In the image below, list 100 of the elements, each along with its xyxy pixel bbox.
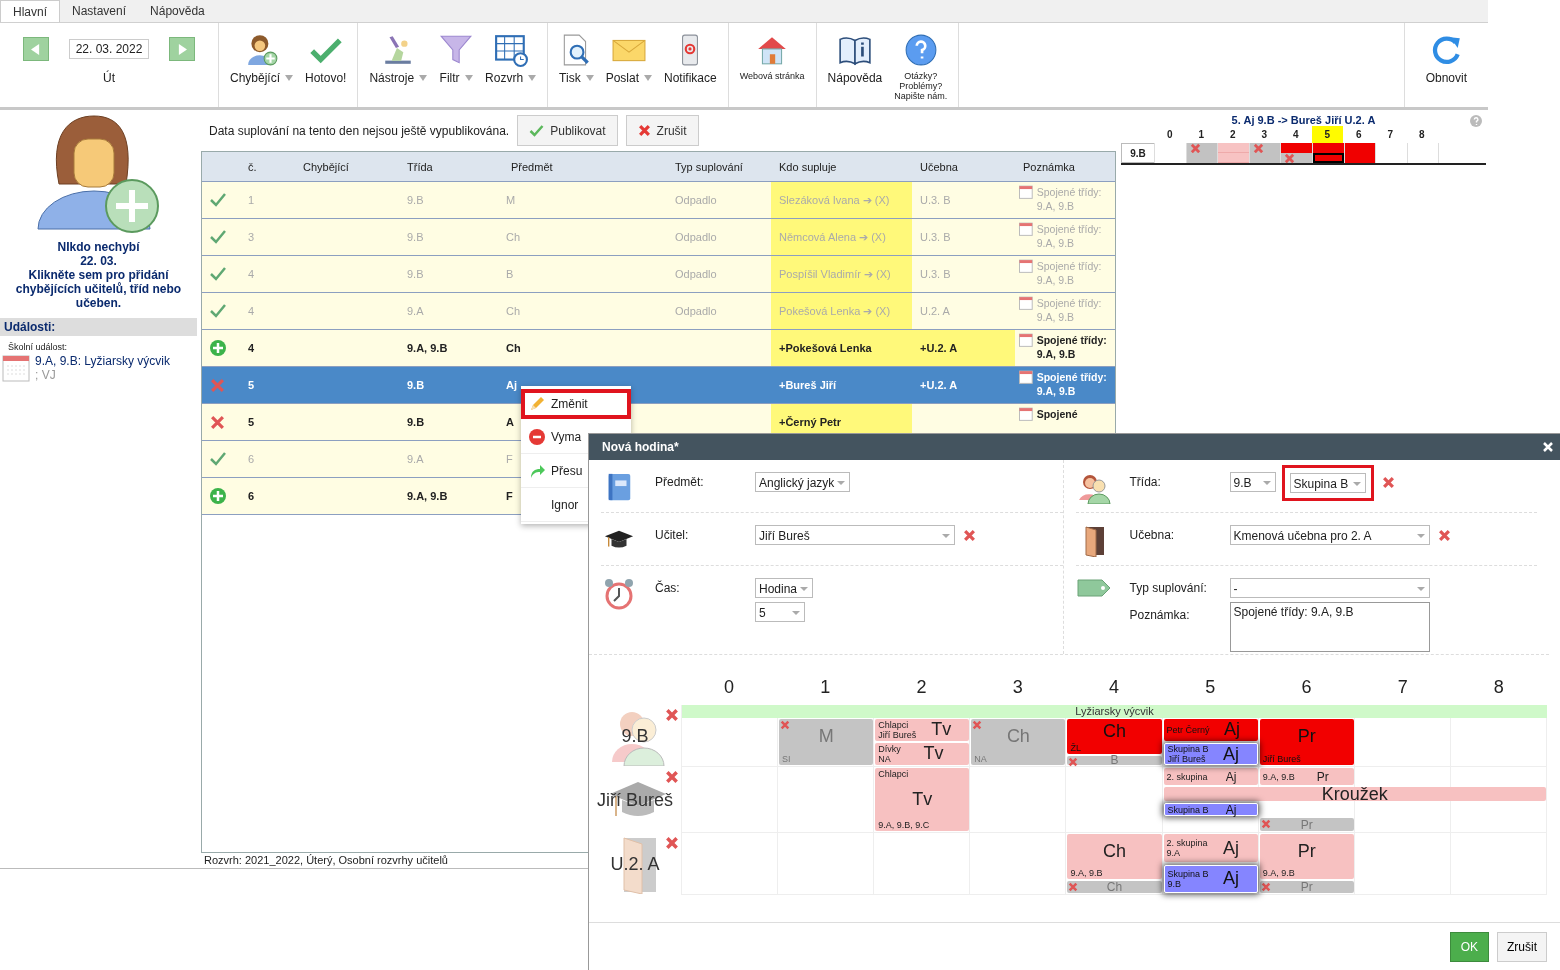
row-label: 9.B	[621, 725, 649, 747]
calendar-icon	[1019, 222, 1033, 236]
lesson-slot[interactable]	[1344, 153, 1376, 163]
lesson-block[interactable]: Skupina B Aj	[1163, 803, 1258, 817]
toolbar-button[interactable]: Webová stránka	[734, 23, 810, 107]
note-field[interactable]: Spojené třídy: 9.A, 9.B	[1229, 602, 1430, 652]
add-absence-link[interactable]: Klikněte sem pro přidání chybějících učitelů, tříd nebo učeben.	[4, 268, 193, 310]
lesson-slot[interactable]	[1249, 143, 1281, 153]
menu-tab[interactable]: Hlavní	[0, 0, 60, 22]
previous-day-button[interactable]	[22, 37, 49, 61]
menu-tab[interactable]: Nápověda	[138, 0, 217, 22]
column-header[interactable]: Poznámka	[1015, 152, 1115, 181]
next-day-button[interactable]	[169, 37, 196, 61]
caret-icon	[644, 75, 652, 81]
lesson-slot[interactable]	[1186, 143, 1218, 153]
lesson-block[interactable]: Skupina B 9.B Aj	[1163, 864, 1258, 893]
calendar-icon	[1019, 296, 1033, 310]
cross-icon	[1189, 143, 1201, 154]
remove-icon[interactable]	[665, 770, 679, 784]
column-header[interactable]: Předmět	[503, 152, 667, 181]
toolbar-button[interactable]: Poslat	[600, 23, 657, 107]
column-header[interactable]: Učebna	[912, 152, 1015, 181]
help-icon[interactable]	[1470, 115, 1482, 127]
lesson-block[interactable]: Pr 9.A, 9.B	[1259, 834, 1354, 880]
toolbar-button[interactable]: Nástroje	[364, 23, 433, 107]
table-cell: 6	[248, 490, 255, 502]
publish-notice: Data suplování na tento den nejsou ještě vypublikována.	[209, 123, 510, 138]
lesson-block[interactable]: 2. skupina Aj	[1163, 768, 1258, 786]
remove-icon[interactable]	[1437, 529, 1451, 542]
club-bar[interactable]: Kroužek	[1163, 786, 1546, 801]
row-label: U.2. A	[610, 853, 660, 875]
teacher-select[interactable]: Jiří Bureš	[755, 525, 955, 545]
toolbar-button[interactable]: Tisk	[554, 23, 599, 107]
table-cell: +Bureš Jiří	[779, 379, 837, 391]
menu-item[interactable]: Změnit	[521, 389, 631, 419]
lesson-block[interactable]: 9.A, 9.B Pr	[1259, 768, 1354, 786]
arrow-icon	[529, 462, 545, 479]
menu-tab[interactable]: Nastavení	[60, 0, 139, 22]
cancel-button[interactable]: Zrušit	[1497, 932, 1547, 962]
lesson-slot[interactable]	[1313, 153, 1344, 163]
cross-icon	[1252, 143, 1264, 154]
lesson-block[interactable]: 2. skupina 9.A Aj	[1163, 834, 1258, 863]
period-number: 7	[1396, 676, 1409, 698]
check-icon	[210, 304, 226, 318]
remove-icon[interactable]	[665, 836, 679, 850]
lesson-block[interactable]: Petr Černý Aj	[1163, 718, 1258, 742]
add-absence-link[interactable]: NIkdo nechybí	[57, 240, 140, 254]
minus-icon	[529, 428, 545, 445]
add-absence-link[interactable]: 22. 03.	[80, 254, 117, 268]
event-name[interactable]: 9.A, 9.B: Lyžiarsky výcvik	[35, 354, 170, 368]
publish-button[interactable]: Publikovat	[517, 115, 618, 146]
class-select[interactable]: 9.B	[1229, 472, 1276, 492]
toolbar-button[interactable]: Rozvrh	[480, 23, 542, 107]
table-cell: Ch	[506, 342, 521, 354]
period-number: 7	[1386, 128, 1395, 142]
toolbar-button[interactable]: Chybějící	[225, 23, 299, 107]
toolbar-button[interactable]: Otázky? Problémy? Napište nám.	[889, 23, 953, 107]
lesson-block[interactable]: Chlapci Tv 9.A, 9.B, 9.C	[875, 768, 970, 831]
table-cell: 5	[248, 379, 255, 391]
table-cell: Ch	[506, 231, 521, 243]
lesson-block[interactable]: Dívky NA Tv	[875, 742, 970, 766]
column-header[interactable]: Typ suplování	[667, 152, 771, 181]
substitution-type-select[interactable]: -	[1229, 578, 1430, 598]
close-icon[interactable]	[1543, 442, 1553, 452]
toolbar-button[interactable]: Filtr	[434, 23, 479, 107]
remove-icon[interactable]	[1381, 476, 1395, 489]
period-number: 8	[1492, 676, 1505, 698]
toolbar-button[interactable]: Notifikace	[659, 23, 722, 107]
room-select[interactable]: Kmenová učebna pro 2. A	[1229, 525, 1430, 545]
column-header[interactable]: Kdo supluje	[771, 152, 912, 181]
toolbar-button[interactable]: Nápověda	[822, 23, 888, 107]
lesson-slot[interactable]	[1281, 153, 1312, 163]
date-field[interactable]: 22. 03. 2022	[68, 39, 150, 59]
table-cell: 9.B	[407, 416, 425, 428]
remove-icon[interactable]	[963, 529, 976, 542]
lesson-block[interactable]: Skupina B Jiří Bureš Aj	[1163, 742, 1258, 766]
table-cell: 4	[248, 305, 255, 317]
period-number: 0	[723, 676, 736, 698]
column-header[interactable]: Chybějící	[295, 152, 399, 181]
remove-icon[interactable]	[665, 708, 679, 722]
lesson-block[interactable]: Ch ŽL	[1067, 718, 1162, 755]
field-label: Poznámka:	[1128, 607, 1191, 622]
table-cell: +U.2. A	[920, 342, 958, 354]
period-select[interactable]: 5	[755, 602, 805, 622]
caret-icon	[528, 75, 537, 81]
column-header[interactable]: č.	[240, 152, 295, 181]
group-select[interactable]: Skupina B	[1281, 465, 1374, 501]
cancel-button[interactable]: Zrušit	[625, 115, 699, 146]
table-cell: 3	[248, 231, 255, 243]
toolbar-button[interactable]: Hotovo!	[300, 23, 352, 107]
time-unit-select[interactable]: Hodina	[755, 578, 813, 598]
period-number: 8	[1417, 128, 1426, 142]
refresh-button[interactable]: Obnovit	[1420, 23, 1472, 107]
lesson-block[interactable]: Chlapci Jiří Bureš Tv	[875, 718, 970, 742]
lesson-block[interactable]: Ch 9.A, 9.B	[1067, 834, 1162, 880]
column-header[interactable]: Třída	[399, 152, 503, 181]
filter-icon	[439, 33, 474, 67]
lesson-block[interactable]: Pr Jiří Bureš	[1259, 718, 1354, 766]
subject-select[interactable]: Anglický jazyk	[755, 472, 850, 492]
lesson-slot[interactable]	[1344, 143, 1376, 153]
